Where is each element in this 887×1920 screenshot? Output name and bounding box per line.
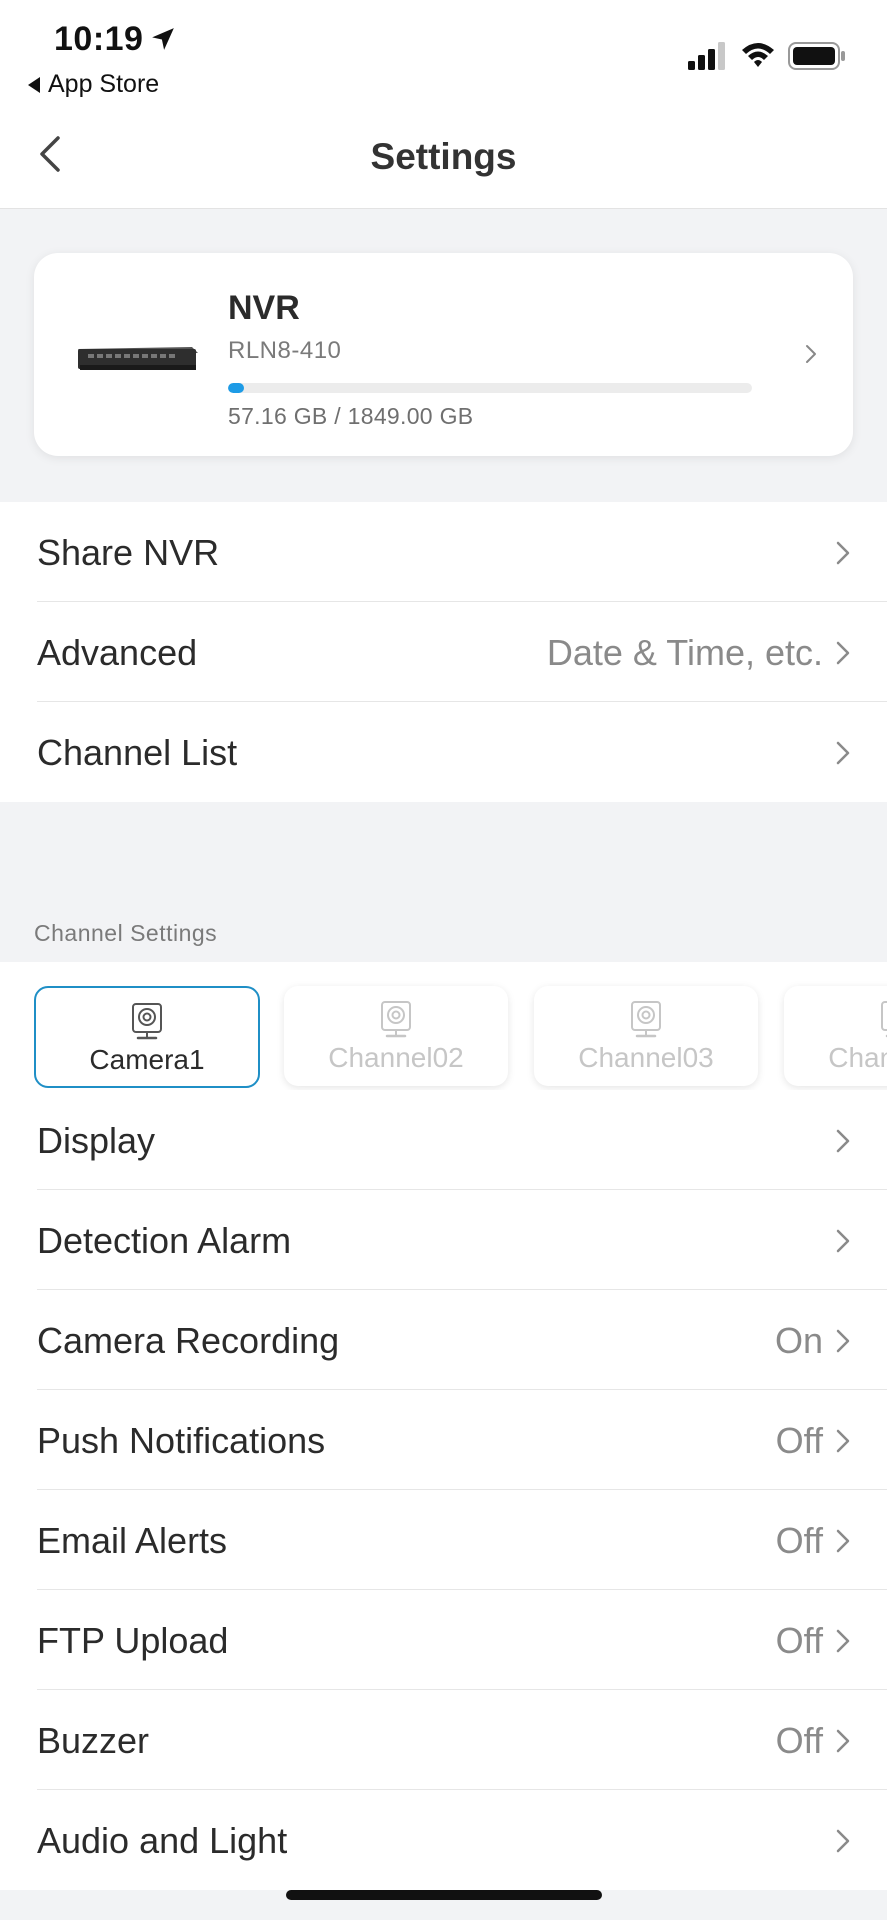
channel-name: Channel03 <box>578 1042 714 1073</box>
chevron-right-icon <box>836 741 850 765</box>
storage-progress-fill <box>228 383 245 393</box>
location-arrow-icon <box>152 28 174 50</box>
channel-name: Camera1 <box>89 1044 205 1075</box>
battery-icon <box>788 42 845 70</box>
storage-usage-text: 57.16 GB / 1849.00 GB <box>228 403 474 429</box>
row-ftp-upload[interactable]: FTP Upload Off <box>0 1590 887 1690</box>
chevron-right-icon <box>836 1329 850 1353</box>
row-label: Detection Alarm <box>37 1220 292 1261</box>
row-value: Off <box>775 1420 823 1461</box>
row-label: Share NVR <box>37 532 220 573</box>
chevron-right-icon <box>836 1429 850 1453</box>
chevron-right-icon <box>836 1829 850 1853</box>
row-audio-and-light[interactable]: Audio and Light <box>0 1790 887 1890</box>
back-app-label: App Store <box>48 70 160 98</box>
device-card-nvr[interactable]: NVR RLN8-410 57.16 GB / 1849.00 GB <box>34 253 853 456</box>
row-detection-alarm[interactable]: Detection Alarm <box>0 1190 887 1290</box>
status-bar: 10:19 App Store <box>0 0 887 100</box>
chevron-right-icon <box>836 1629 850 1653</box>
channel-tab-camera1[interactable]: Camera1 <box>34 986 260 1088</box>
channel-name: Channel04 <box>828 1042 887 1073</box>
back-triangle-icon <box>28 76 40 93</box>
channel-tab-channel02[interactable]: Channel02 <box>284 986 508 1086</box>
status-time: 10:19 <box>54 20 144 58</box>
camera-icon <box>631 1001 661 1038</box>
row-value: Date & Time, etc. <box>546 632 823 673</box>
row-value: Off <box>775 1720 823 1761</box>
chevron-right-icon <box>836 1129 850 1153</box>
row-channel-list[interactable]: Channel List <box>0 702 887 802</box>
row-value: Off <box>775 1520 823 1561</box>
nvr-device-image <box>78 347 198 370</box>
row-buzzer[interactable]: Buzzer Off <box>0 1690 887 1790</box>
row-label: Camera Recording <box>37 1320 340 1361</box>
row-camera-recording[interactable]: Camera Recording On <box>0 1290 887 1390</box>
channel-name: Channel02 <box>328 1042 464 1073</box>
chevron-right-icon <box>836 1729 850 1753</box>
chevron-right-icon <box>836 1529 850 1553</box>
nvr-settings-group: Share NVR Advanced Date & Time, etc. Cha… <box>0 502 887 802</box>
row-push-notifications[interactable]: Push Notifications Off <box>0 1390 887 1490</box>
row-label: Push Notifications <box>37 1420 326 1461</box>
chevron-right-icon <box>836 1229 850 1253</box>
wifi-icon <box>742 43 774 67</box>
home-indicator[interactable] <box>286 1890 602 1900</box>
chevron-right-icon <box>836 541 850 565</box>
device-name: NVR <box>228 289 300 327</box>
camera-icon <box>881 1001 887 1038</box>
row-display[interactable]: Display <box>0 1090 887 1190</box>
camera-icon <box>132 1003 162 1040</box>
row-label: FTP Upload <box>37 1620 229 1661</box>
row-label: Display <box>37 1120 156 1161</box>
row-advanced[interactable]: Advanced Date & Time, etc. <box>0 602 887 702</box>
row-label: Buzzer <box>37 1720 150 1761</box>
channel-tab-channel04[interactable]: Channel04 <box>784 986 887 1086</box>
channel-tab-channel03[interactable]: Channel03 <box>534 986 758 1086</box>
chevron-right-icon <box>806 345 816 363</box>
row-label: Channel List <box>37 732 238 773</box>
row-value: Off <box>775 1620 823 1661</box>
chevron-right-icon <box>836 641 850 665</box>
row-label: Advanced <box>37 632 198 673</box>
page-title: Settings <box>370 136 517 177</box>
back-to-app-store[interactable]: App Store <box>28 70 159 99</box>
channel-selector: Camera1 Channel02 Channel03 Channel <box>0 962 887 1090</box>
storage-progress-bar <box>228 383 752 393</box>
camera-icon <box>381 1001 411 1038</box>
signal-icon <box>688 42 725 70</box>
row-label: Email Alerts <box>37 1520 228 1561</box>
channel-settings-group: Display Detection Alarm Camera Recording… <box>0 1090 887 1890</box>
navigation-bar: Settings <box>0 100 887 209</box>
row-share-nvr[interactable]: Share NVR <box>0 502 887 602</box>
row-label: Audio and Light <box>37 1820 288 1861</box>
row-value: On <box>774 1320 823 1361</box>
device-model: RLN8-410 <box>228 337 342 364</box>
row-email-alerts[interactable]: Email Alerts Off <box>0 1490 887 1590</box>
section-header-channel-settings: Channel Settings <box>34 920 218 946</box>
